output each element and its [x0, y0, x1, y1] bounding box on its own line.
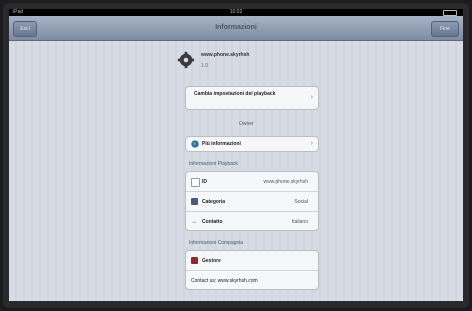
- chevron-right-icon: ›: [310, 140, 313, 147]
- id-icon: [191, 178, 200, 187]
- manager-label: Gestore: [202, 258, 221, 264]
- playback-row-id[interactable]: ID www.phone.skyrhsh: [186, 172, 318, 192]
- company-info-card: Gestore Contact us: www.skyrhsh.com: [185, 250, 319, 290]
- contact-value: Italiano: [291, 219, 308, 225]
- navigation-bar: Esci Informazioni Fine: [9, 16, 463, 41]
- company-logo-icon: [191, 257, 198, 264]
- playback-row-category[interactable]: Categoria Social: [186, 192, 318, 212]
- contact-label: Contatto: [202, 219, 223, 225]
- playback-section-label: Informazioni Playback: [189, 161, 238, 167]
- chevron-right-icon: ›: [310, 94, 313, 101]
- owner-section-label: Owner: [239, 121, 254, 127]
- category-value: Social: [294, 199, 308, 205]
- playback-row-contact[interactable]: → Contatto Italiano: [186, 212, 318, 230]
- arrow-icon: →: [191, 219, 197, 225]
- done-button[interactable]: Fine: [431, 21, 459, 37]
- globe-icon: [191, 140, 199, 148]
- playback-info-card: ID www.phone.skyrhsh Categoria Social → …: [185, 171, 319, 231]
- info-content: www.phone.skyrhsh 1.0 Cambia impostazion…: [169, 43, 319, 290]
- profile-header: www.phone.skyrhsh 1.0: [169, 43, 309, 77]
- status-bar: iPad 10:02: [9, 9, 463, 16]
- settings-card[interactable]: Cambia impostazioni del playback ›: [185, 86, 319, 110]
- contact-us-link[interactable]: Contact us: www.skyrhsh.com: [191, 271, 258, 289]
- page-title: Informazioni: [215, 24, 257, 31]
- company-row-manager[interactable]: Gestore: [186, 251, 318, 271]
- category-icon: [191, 198, 198, 205]
- category-label: Categoria: [202, 199, 226, 205]
- screen: iPad 10:02 Esci Informazioni Fine www.ph…: [9, 9, 463, 301]
- owner-info-row[interactable]: Più informazioni ›: [186, 137, 318, 151]
- change-settings-label: Cambia impostazioni del playback: [194, 91, 276, 97]
- id-label: ID: [202, 179, 207, 185]
- profile-version: 1.0: [201, 63, 208, 69]
- owner-info-label: Più informazioni: [202, 141, 241, 147]
- owner-card[interactable]: Più informazioni ›: [185, 136, 319, 152]
- profile-name: www.phone.skyrhsh: [201, 52, 250, 58]
- company-row-contact[interactable]: Contact us: www.skyrhsh.com: [186, 271, 318, 289]
- id-value: www.phone.skyrhsh: [263, 179, 308, 185]
- status-time: 10:02: [229, 9, 243, 15]
- company-section-label: Informazioni Compagnia: [189, 240, 244, 246]
- device-frame: iPad 10:02 Esci Informazioni Fine www.ph…: [3, 3, 469, 308]
- change-settings-row[interactable]: Cambia impostazioni del playback ›: [186, 87, 318, 109]
- gear-avatar-icon: [177, 51, 195, 69]
